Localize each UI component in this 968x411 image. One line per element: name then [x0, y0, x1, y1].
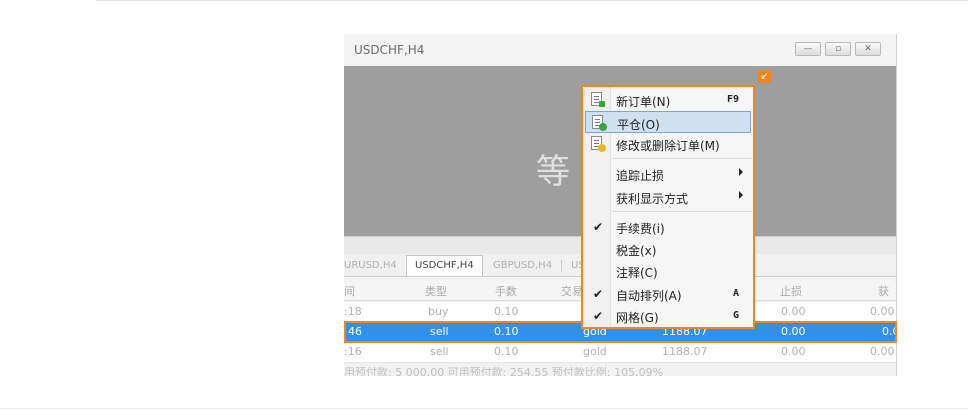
menu-item-comment[interactable]: 注释(C)	[585, 260, 751, 282]
submenu-arrow-icon	[739, 191, 743, 199]
menu-label: 税金(x)	[616, 244, 657, 258]
menu-label: 新订单(N)	[616, 95, 671, 109]
menu-label: 网格(G)	[616, 311, 659, 325]
modify-order-icon	[591, 136, 606, 152]
arrow-down-left-icon: ↙	[758, 70, 771, 83]
cell-type: sell	[430, 345, 449, 358]
col-sl[interactable]: 止损	[780, 283, 802, 299]
col-lots[interactable]: 手数	[495, 283, 517, 299]
checkmark-icon: ✔	[593, 220, 604, 234]
checkmark-icon: ✔	[593, 287, 604, 301]
account-status: 用预付款: 5 000.00 可用预付款: 254.55 预付款比例: 105.…	[344, 366, 664, 376]
cell-type: buy	[428, 305, 449, 318]
menu-label: 平仓(O)	[617, 118, 660, 132]
menu-label: 手续费(i)	[616, 222, 665, 236]
menu-item-close-position[interactable]: 平仓(O)	[585, 111, 751, 133]
menu-label: 获利显示方式	[616, 192, 689, 206]
close-position-icon	[592, 115, 607, 131]
close-button[interactable]: ✕	[855, 42, 881, 56]
context-menu: 新订单(N) F9 平仓(O) 修改或删除订单(M) 追踪止损 获利显示方式 ✔…	[581, 85, 755, 329]
menu-label: 修改或删除订单(M)	[616, 139, 720, 153]
menu-item-trailing-stop[interactable]: 追踪止损	[585, 163, 751, 185]
menu-separator	[612, 211, 752, 212]
menu-item-taxes[interactable]: 税金(x)	[585, 238, 751, 260]
cell-time: :18	[344, 305, 362, 318]
cell-lots: 0.10	[494, 305, 519, 318]
menu-item-commission[interactable]: ✔ 手续费(i)	[585, 216, 751, 238]
menu-label: 自动排列(A)	[616, 289, 682, 303]
new-order-icon	[591, 92, 605, 107]
cell-sl: 0.00	[781, 305, 806, 318]
menu-shortcut: F9	[726, 94, 739, 105]
menu-item-profit-display[interactable]: 获利显示方式	[585, 186, 751, 208]
title-bar: USDCHF,H4 — ▫ ✕	[344, 34, 896, 66]
menu-shortcut: A	[732, 288, 739, 299]
menu-item-auto-arrange[interactable]: ✔ 自动排列(A) A	[585, 283, 751, 305]
cell-tp: 0.00	[870, 345, 895, 358]
window-title: USDCHF,H4	[354, 43, 425, 57]
col-symbol[interactable]: 交易	[561, 283, 583, 299]
menu-item-new-order[interactable]: 新订单(N) F9	[585, 89, 751, 111]
menu-shortcut: G	[732, 310, 739, 321]
menu-item-grid[interactable]: ✔ 网格(G) G	[585, 305, 751, 327]
tab-separator	[561, 260, 562, 272]
cell-price: 1188.07	[662, 345, 708, 358]
cell-tp: 0.00	[870, 305, 895, 318]
maximize-button[interactable]: ▫	[825, 42, 851, 56]
cell-sl: 0.00	[781, 345, 806, 358]
cell-symbol: gold	[583, 345, 607, 358]
tab-usdchf[interactable]: USDCHF,H4	[406, 255, 483, 276]
minimize-button[interactable]: —	[795, 42, 821, 56]
col-type[interactable]: 类型	[425, 283, 447, 299]
tab-eurusd[interactable]: URUSD,H4	[344, 258, 397, 274]
menu-label: 注释(C)	[616, 266, 658, 280]
checkmark-icon: ✔	[593, 309, 604, 323]
bottom-divider	[0, 408, 968, 409]
cell-time: :16	[344, 345, 362, 358]
menu-separator	[612, 158, 752, 159]
top-divider	[96, 0, 968, 1]
tab-gbpusd[interactable]: GBPUSD,H4	[493, 258, 552, 274]
menu-item-modify-order[interactable]: 修改或删除订单(M)	[585, 133, 751, 155]
menu-label: 追踪止损	[616, 169, 665, 183]
table-row[interactable]: :16 sell 0.10 gold 1188.07 0.00 0.00	[344, 342, 896, 363]
cell-lots: 0.10	[494, 345, 519, 358]
col-time[interactable]: 间	[344, 283, 355, 299]
submenu-arrow-icon	[739, 168, 743, 176]
